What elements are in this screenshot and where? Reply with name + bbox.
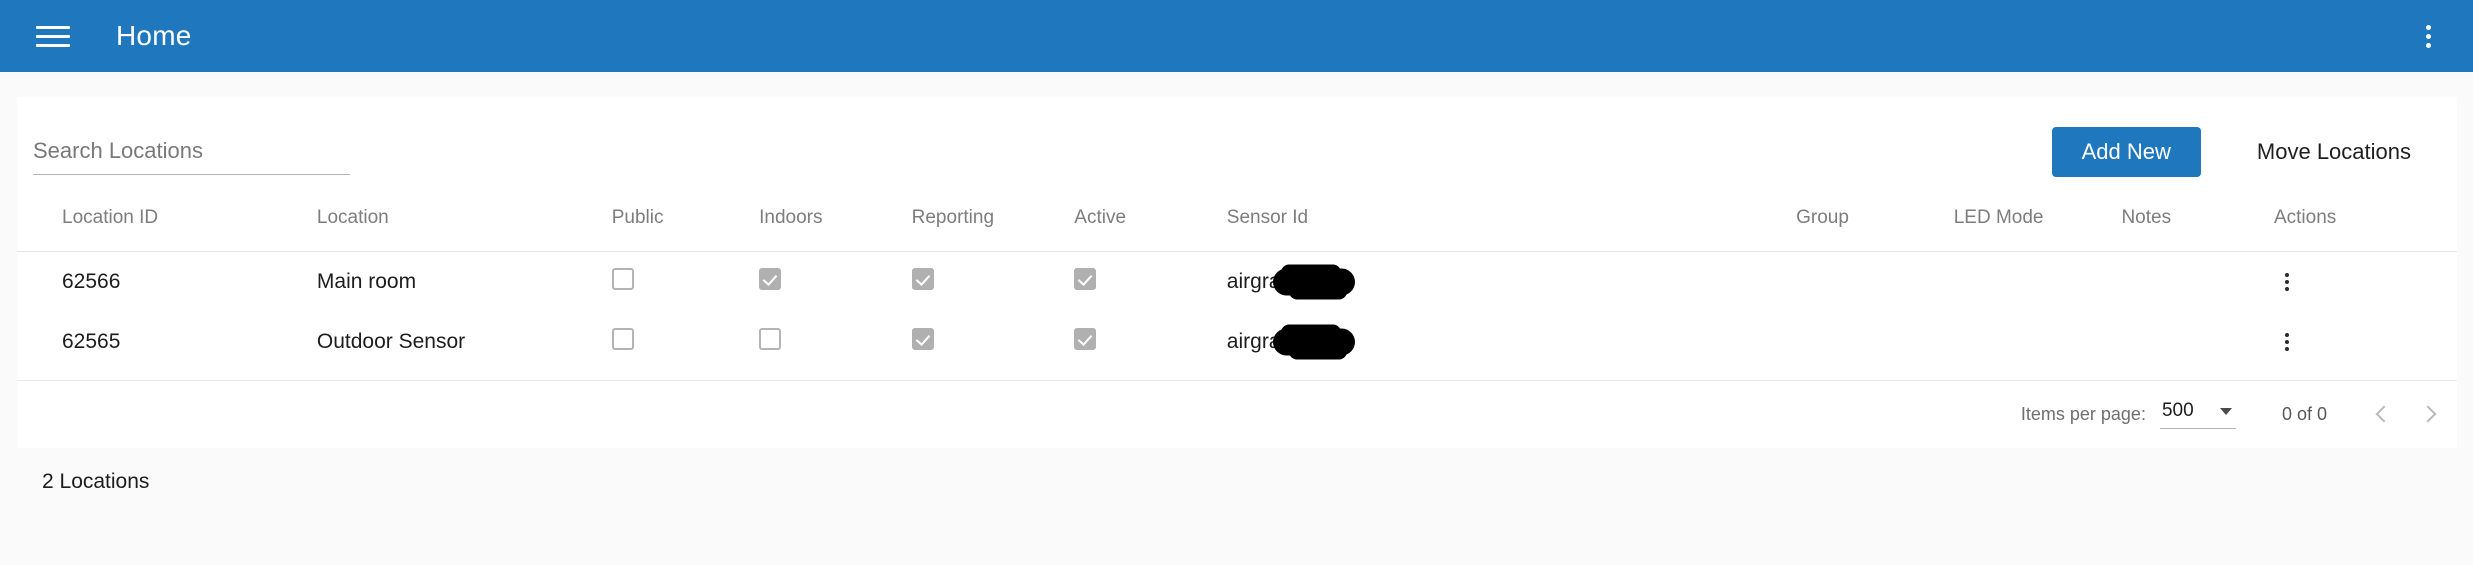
dot: [2284, 287, 2289, 291]
move-locations-button[interactable]: Move Locations: [2231, 127, 2437, 177]
cell-public: [611, 252, 759, 313]
cell-sensor-id: airgradien: [1227, 252, 1796, 313]
dot: [2284, 273, 2289, 277]
cell-public: [611, 312, 759, 372]
table-body: 62566 Main room airgradien: [17, 252, 2457, 373]
items-per-page-value: 500: [2161, 400, 2194, 421]
cell-reporting: [911, 252, 1075, 313]
column-header-reporting[interactable]: Reporting: [911, 207, 1075, 252]
search-underline: [33, 173, 350, 175]
dot: [2425, 33, 2431, 39]
cell-sensor-id: airgradien: [1227, 312, 1796, 372]
page-title: Home: [116, 20, 192, 51]
cell-notes: [2121, 312, 2274, 372]
cell-group: [1796, 312, 1954, 372]
column-header-notes[interactable]: Notes: [2121, 207, 2274, 252]
toolbar-actions: Add New Move Locations: [2051, 127, 2445, 177]
checkbox-public[interactable]: [611, 268, 634, 290]
cell-location-id: 62565: [62, 330, 121, 353]
paginator-nav: [2369, 402, 2443, 428]
hamburger-icon[interactable]: [36, 23, 70, 49]
table-toolbar: Add New Move Locations: [17, 97, 2457, 207]
redaction-mark: [1272, 324, 1355, 359]
dot: [2284, 333, 2289, 337]
column-header-actions[interactable]: Actions: [2273, 207, 2457, 252]
cell-reporting: [911, 312, 1075, 372]
dot: [2425, 24, 2431, 30]
paginator: Items per page: 500 0 of 0: [17, 380, 2457, 448]
chevron-left-icon[interactable]: [2369, 402, 2395, 428]
cell-active: [1074, 252, 1227, 313]
cell-group: [1796, 252, 1954, 313]
checkbox-reporting[interactable]: [911, 328, 934, 350]
cell-location-id: 62566: [62, 270, 121, 293]
search-input[interactable]: [33, 137, 350, 174]
chevron-right-icon[interactable]: [2417, 402, 2443, 428]
cell-indoors: [759, 312, 912, 372]
checkbox-indoors[interactable]: [759, 328, 782, 350]
cell-actions: [2274, 312, 2457, 372]
column-header-public[interactable]: Public: [611, 207, 760, 252]
hamburger-bar: [36, 43, 70, 47]
column-header-location[interactable]: Location: [316, 207, 612, 252]
paginator-range-label: 0 of 0: [2281, 404, 2327, 424]
locations-count-label: 2 Locations: [42, 470, 150, 493]
hamburger-bar: [36, 34, 70, 38]
locations-table: Location ID Location Public Indoors Repo…: [17, 207, 2457, 372]
add-new-button[interactable]: Add New: [2051, 127, 2201, 177]
cell-actions: [2274, 252, 2457, 313]
more-vert-icon[interactable]: [2413, 21, 2443, 51]
cell-notes: [2121, 252, 2274, 313]
dot: [2425, 42, 2431, 48]
column-header-indoors[interactable]: Indoors: [759, 207, 912, 252]
page-body: Add New Move Locations Location ID Locat…: [0, 72, 2473, 565]
checkbox-public[interactable]: [611, 328, 634, 350]
column-header-sensor-id[interactable]: Sensor Id: [1226, 207, 1797, 252]
column-header-active[interactable]: Active: [1074, 207, 1227, 252]
cell-active: [1074, 312, 1227, 372]
items-per-page-label: Items per page:: [2020, 404, 2146, 424]
column-header-group[interactable]: Group: [1796, 207, 1954, 252]
cell-location: Main room: [316, 270, 417, 293]
table-row[interactable]: 62565 Outdoor Sensor airgradien: [17, 312, 2457, 372]
table-head: Location ID Location Public Indoors Repo…: [17, 207, 2457, 252]
dot: [2284, 347, 2289, 351]
items-per-page-select[interactable]: 500: [2159, 400, 2236, 429]
hamburger-bar: [36, 25, 70, 29]
table-row[interactable]: 62566 Main room airgradien: [17, 252, 2457, 313]
checkbox-reporting[interactable]: [911, 268, 934, 290]
table-header-row: Location ID Location Public Indoors Repo…: [17, 207, 2457, 252]
chevron-down-icon: [2219, 407, 2232, 415]
sensor-id-wrapper: airgradien: [1227, 264, 1355, 299]
locations-card: Add New Move Locations Location ID Locat…: [17, 97, 2457, 448]
column-header-led-mode[interactable]: LED Mode: [1953, 207, 2122, 252]
app-bar: Home: [0, 0, 2473, 72]
cell-led-mode: [1954, 252, 2122, 313]
checkbox-active[interactable]: [1074, 268, 1097, 290]
sensor-id-wrapper: airgradien: [1227, 324, 1355, 359]
row-actions-menu-icon[interactable]: [2274, 329, 2300, 355]
dot: [2284, 340, 2289, 344]
cell-location: Outdoor Sensor: [316, 330, 466, 353]
column-header-location-id[interactable]: Location ID: [17, 207, 317, 252]
checkbox-active[interactable]: [1074, 328, 1097, 350]
row-actions-menu-icon[interactable]: [2274, 269, 2300, 295]
checkbox-indoors[interactable]: [759, 268, 782, 290]
cell-indoors: [759, 252, 912, 313]
dot: [2284, 280, 2289, 284]
search-field[interactable]: [33, 130, 350, 175]
redaction-mark: [1272, 264, 1355, 299]
cell-led-mode: [1954, 312, 2122, 372]
